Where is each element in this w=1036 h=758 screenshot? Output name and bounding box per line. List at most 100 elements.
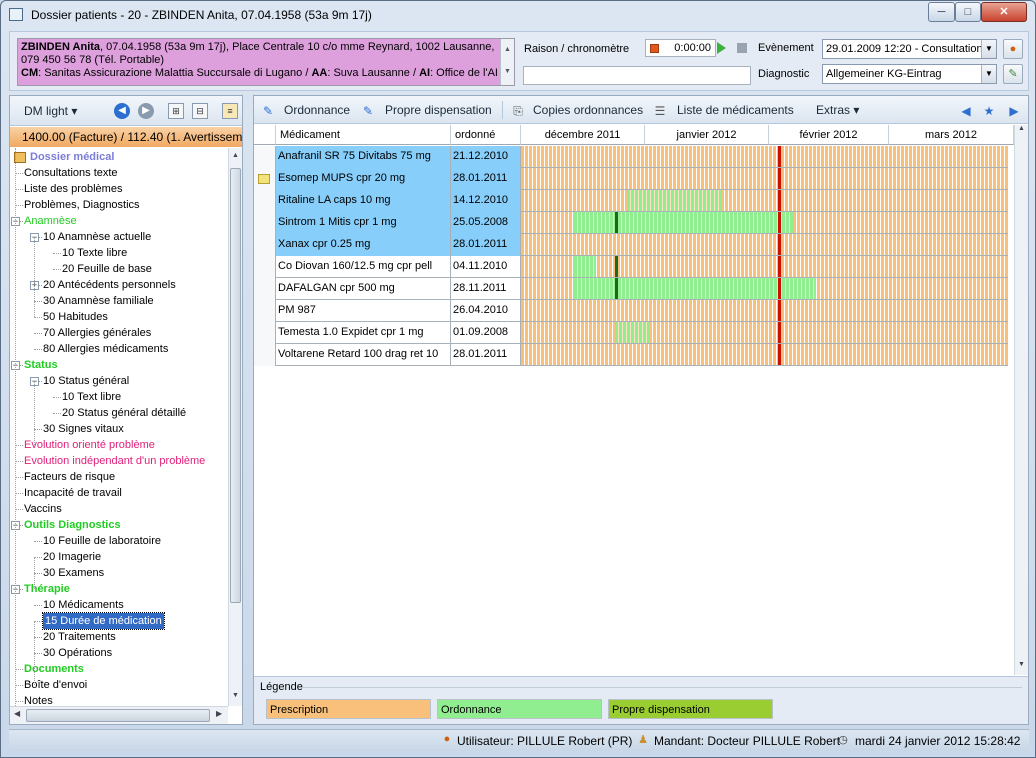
chevron-down-icon[interactable]: ▼ — [981, 40, 996, 58]
tree-item[interactable]: 20 Imagerie — [43, 549, 101, 565]
grid-vertical-scrollbar[interactable]: ▲ ▼ — [1014, 125, 1028, 675]
stop-icon[interactable] — [737, 43, 747, 53]
table-row[interactable]: Temesta 1.0 Expidet cpr 1 mg 01.09.2008 — [254, 322, 1008, 344]
scroll-up-arrow[interactable]: ▲ — [501, 39, 514, 61]
tree-item[interactable]: 30 Opérations — [43, 645, 112, 661]
tree-item[interactable]: 30 Examens — [43, 565, 104, 581]
tree-item[interactable]: 10 Text libre — [62, 389, 121, 405]
table-row[interactable]: Xanax cpr 0.25 mg 28.01.2011 — [254, 234, 1008, 256]
next-icon[interactable]: ▶ — [1006, 103, 1022, 119]
row-header[interactable] — [254, 168, 276, 190]
liste-medicaments-button[interactable]: Liste de médicaments — [677, 103, 794, 117]
tree-item[interactable]: Documents — [24, 661, 84, 677]
evenement-select[interactable]: 29.01.2009 12:20 - Consultation ▼ — [822, 39, 997, 59]
minimize-button[interactable]: ─ — [928, 2, 955, 22]
expand-tree-icon[interactable]: ⊞ — [168, 103, 184, 119]
row-header[interactable] — [254, 256, 276, 278]
table-row[interactable]: Co Diovan 160/12.5 mg cpr pell 04.11.2010 — [254, 256, 1008, 278]
tree-item[interactable]: 20 Feuille de base — [62, 261, 152, 277]
medication-timeline[interactable] — [521, 168, 1008, 189]
tree-item[interactable]: 50 Habitudes — [43, 309, 108, 325]
tree-item[interactable]: Anamnèse — [24, 213, 77, 229]
back-arrow-icon[interactable]: ◀ — [114, 103, 130, 119]
row-header[interactable] — [254, 300, 276, 322]
collapse-tree-icon[interactable]: ⊟ — [192, 103, 208, 119]
tree-item[interactable]: Evolution indépendant d'un problème — [24, 453, 205, 469]
chevron-down-icon[interactable]: ▼ — [981, 65, 996, 83]
table-row[interactable]: Ritaline LA caps 10 mg 14.12.2010 — [254, 190, 1008, 212]
previous-icon[interactable]: ◀ — [958, 103, 974, 119]
tree-item[interactable]: 80 Allergies médicaments — [43, 341, 168, 357]
tree-item[interactable]: 10 Status général — [43, 373, 129, 389]
medication-timeline[interactable] — [521, 146, 1008, 167]
row-header[interactable] — [254, 212, 276, 234]
scroll-down-arrow[interactable]: ▼ — [229, 688, 242, 704]
table-row[interactable]: DAFALGAN cpr 500 mg 28.11.2011 — [254, 278, 1008, 300]
extras-button[interactable]: Extras ▾ — [816, 103, 859, 117]
scroll-thumb[interactable] — [230, 168, 241, 603]
tree-item[interactable]: 10 Texte libre — [62, 245, 127, 261]
tree-item[interactable]: 30 Anamnèse familiale — [43, 293, 154, 309]
tree-item[interactable]: 10 Médicaments — [43, 597, 124, 613]
scroll-thumb[interactable] — [26, 709, 210, 722]
diagnostic-select[interactable]: Allgemeiner KG-Eintrag ▼ — [822, 64, 997, 84]
patient-info-scrollbar[interactable]: ▲ ▼ — [500, 39, 514, 85]
dm-light-dropdown[interactable]: DM light ▾ — [24, 104, 77, 118]
table-row[interactable]: Voltarene Retard 100 drag ret 10 28.01.20… — [254, 344, 1008, 366]
tree-item[interactable]: 15 Durée de médication — [42, 612, 165, 630]
tree-item[interactable]: Facteurs de risque — [24, 469, 115, 485]
table-row[interactable]: Esomep MUPS cpr 20 mg 28.01.2011 — [254, 168, 1008, 190]
factura-bar[interactable]: 1400.00 (Facture) / 112.40 (1. Avertisse… — [10, 127, 242, 147]
medication-timeline[interactable] — [521, 256, 1008, 277]
tree-item[interactable]: Vaccins — [24, 501, 62, 517]
tree-item[interactable]: Incapacité de travail — [24, 485, 122, 501]
scroll-up-arrow[interactable]: ▲ — [1015, 125, 1028, 132]
medication-timeline[interactable] — [521, 190, 1008, 211]
scroll-down-arrow[interactable]: ▼ — [501, 61, 514, 83]
medication-timeline[interactable] — [521, 322, 1008, 343]
table-row[interactable]: Sintrom 1 Mitis cpr 1 mg 25.05.2008 — [254, 212, 1008, 234]
tree-item[interactable]: Consultations texte — [24, 165, 118, 181]
note-icon[interactable] — [258, 174, 270, 184]
tree-item[interactable]: 20 Status général détaillé — [62, 405, 186, 421]
medication-timeline[interactable] — [521, 234, 1008, 255]
scroll-left-arrow[interactable]: ◀ — [14, 709, 20, 718]
row-header[interactable] — [254, 190, 276, 212]
copies-ordonnances-button[interactable]: Copies ordonnances — [533, 103, 643, 117]
people-icon-button[interactable]: ● — [1003, 39, 1023, 59]
tree-item[interactable]: Status — [24, 357, 58, 373]
ordonnance-button[interactable]: Ordonnance — [284, 103, 350, 117]
row-header[interactable] — [254, 278, 276, 300]
column-header-medicament[interactable]: Médicament — [276, 125, 451, 145]
medication-timeline[interactable] — [521, 212, 1008, 233]
maximize-button[interactable]: □ — [955, 2, 981, 22]
tree-item[interactable]: Notes — [24, 693, 53, 706]
edit-icon-button[interactable]: ✎ — [1003, 64, 1023, 84]
tree-vertical-scrollbar[interactable]: ▲ ▼ — [228, 148, 242, 706]
scroll-down-arrow[interactable]: ▼ — [1015, 661, 1028, 668]
scroll-right-arrow[interactable]: ▶ — [216, 709, 222, 718]
play-icon[interactable] — [717, 42, 726, 54]
scroll-up-arrow[interactable]: ▲ — [229, 148, 242, 164]
tree-item[interactable]: Thérapie — [24, 581, 70, 597]
patient-info-box[interactable]: ZBINDEN Anita, 07.04.1958 (53a 9m 17j), … — [17, 38, 515, 86]
today-star-icon[interactable]: ★ — [981, 103, 997, 119]
tree-item[interactable]: 70 Allergies générales — [43, 325, 151, 341]
tree-item[interactable]: Outils Diagnostics — [24, 517, 121, 533]
tree-item[interactable]: 20 Antécédents personnels — [43, 277, 176, 293]
row-header[interactable] — [254, 146, 276, 168]
table-row[interactable]: PM 987 26.04.2010 — [254, 300, 1008, 322]
raison-input[interactable] — [523, 66, 751, 85]
tree-item[interactable]: Dossier médical — [30, 149, 114, 165]
tree-item[interactable]: Liste des problèmes — [24, 181, 122, 197]
column-header-ordonne[interactable]: ordonné — [451, 125, 521, 145]
tree-item[interactable]: 10 Anamnèse actuelle — [43, 229, 151, 245]
record-icon[interactable] — [650, 44, 659, 53]
row-header[interactable] — [254, 344, 276, 366]
tree-item[interactable]: Problèmes, Diagnostics — [24, 197, 140, 213]
close-button[interactable]: ✕ — [981, 2, 1027, 22]
tree-item[interactable]: 10 Feuille de laboratoire — [43, 533, 161, 549]
tree-item[interactable]: 20 Traitements — [43, 629, 116, 645]
row-header[interactable] — [254, 322, 276, 344]
medication-timeline[interactable] — [521, 278, 1008, 299]
